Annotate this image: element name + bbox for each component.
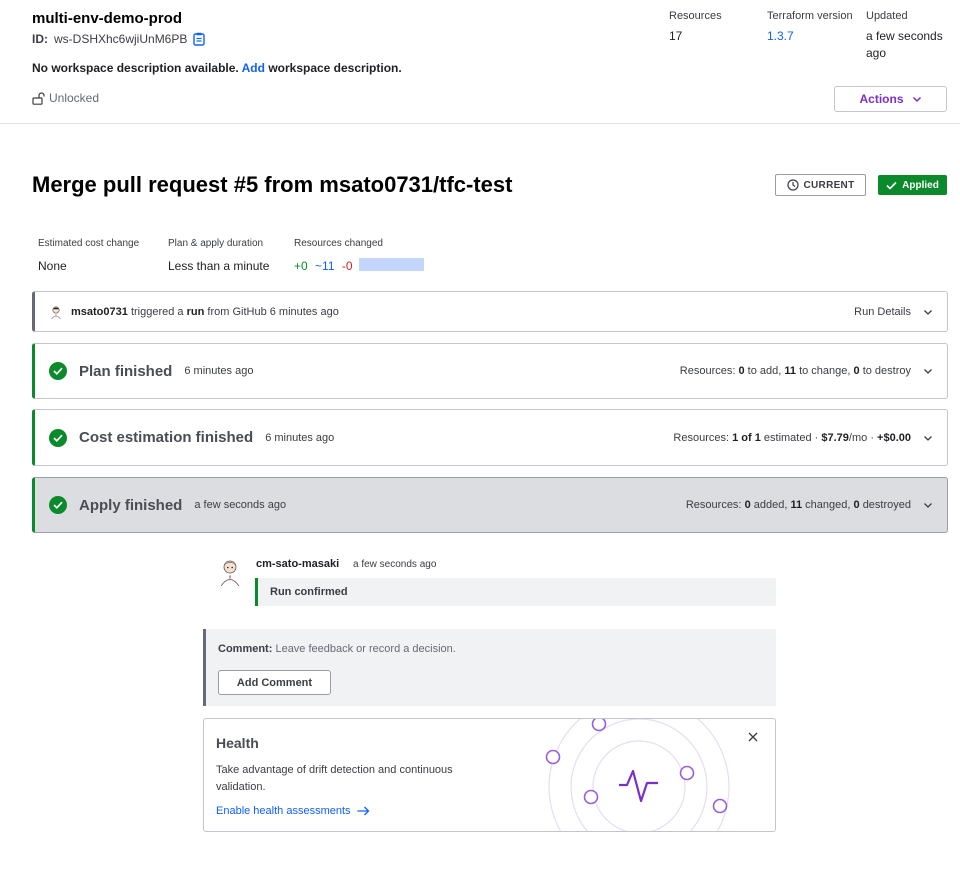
health-title: Health <box>216 735 259 751</box>
workspace-id: ID: ws-DSHXhc6wjiUnM6PB <box>32 32 206 46</box>
apply-summary: Resources: 0 added, 11 changed, 0 destro… <box>686 499 947 511</box>
trigger-card[interactable]: msato0731 triggered a run from GitHub 6 … <box>32 291 948 332</box>
apply-card[interactable]: Apply finished a few seconds ago Resourc… <box>32 477 948 533</box>
health-illustration <box>545 719 730 831</box>
user-avatar <box>51 305 61 319</box>
changed-count: ~11 <box>315 259 335 273</box>
run-details-toggle[interactable]: Run Details <box>854 306 947 318</box>
health-card: Health Take advantage of drift detection… <box>203 718 776 832</box>
add-description-link[interactable]: Add <box>242 61 265 75</box>
lock-status[interactable]: Unlocked <box>32 91 99 105</box>
run-title: Merge pull request #5 from msato0731/tfc… <box>32 172 513 197</box>
cost-time: 6 minutes ago <box>265 431 335 444</box>
close-icon[interactable] <box>747 731 759 743</box>
header-divider <box>0 123 960 124</box>
confirm-user: cm-sato-masaki <box>256 558 340 570</box>
chevron-down-icon <box>924 309 932 315</box>
terraform-version-link[interactable]: 1.3.7 <box>767 28 853 45</box>
apply-time: a few seconds ago <box>194 499 287 511</box>
workspace-id-label: ID: <box>32 32 48 46</box>
plan-summary: Resources: 0 to add, 11 to change, 0 to … <box>680 365 947 377</box>
destroyed-count: -0 <box>341 259 353 273</box>
comment-prompt: Comment: Leave feedback or record a deci… <box>218 643 456 655</box>
chevron-down-icon <box>912 96 921 103</box>
success-check-icon <box>49 362 67 380</box>
meta-updated: Updated a few seconds ago <box>866 10 943 60</box>
add-comment-button[interactable]: Add Comment <box>218 670 331 695</box>
plan-card[interactable]: Plan finished 6 minutes ago Resources: 0… <box>32 343 948 399</box>
health-description: Take advantage of drift detection and co… <box>216 764 453 793</box>
check-icon <box>886 181 897 190</box>
actions-button[interactable]: Actions <box>834 86 947 112</box>
plan-title: Plan finished <box>79 362 173 380</box>
confirm-message: Run confirmed <box>255 578 776 606</box>
workspace-id-value: ws-DSHXhc6wjiUnM6PB <box>54 32 188 46</box>
trigger-run-word: run <box>186 305 205 318</box>
added-count: +0 <box>294 259 308 273</box>
chevron-down-icon[interactable] <box>923 500 933 510</box>
lock-status-label: Unlocked <box>49 91 100 105</box>
stat-cost-change: Estimated cost change None <box>38 238 140 273</box>
current-badge: CURRENT <box>775 174 866 196</box>
meta-resources: Resources 17 <box>669 10 722 43</box>
cost-summary: Resources: 1 of 1 estimated · $7.79/mo ·… <box>673 432 947 444</box>
trigger-user: msato0731 <box>71 305 128 318</box>
cost-estimation-card[interactable]: Cost estimation finished 6 minutes ago R… <box>32 409 948 466</box>
workspace-name: multi-env-demo-prod <box>32 10 182 27</box>
comment-area: Comment: Leave feedback or record a deci… <box>203 629 776 706</box>
confirm-time: a few seconds ago <box>353 559 437 570</box>
plan-time: 6 minutes ago <box>184 365 254 377</box>
workspace-description: No workspace description available. Add … <box>32 61 402 75</box>
trigger-text: msato0731 triggered a run from GitHub 6 … <box>71 305 339 318</box>
clock-icon <box>786 179 799 191</box>
user-avatar <box>220 560 240 586</box>
success-check-icon <box>49 428 67 447</box>
arrow-right-icon <box>357 806 369 816</box>
cost-title: Cost estimation finished <box>79 429 254 446</box>
resources-changed-bar <box>359 258 424 271</box>
applied-badge: Applied <box>878 175 947 195</box>
copy-icon[interactable] <box>193 32 206 46</box>
apply-title: Apply finished <box>79 496 183 514</box>
unlock-icon <box>32 91 45 105</box>
meta-terraform-version: Terraform version 1.3.7 <box>767 10 853 45</box>
chevron-down-icon[interactable] <box>923 433 933 443</box>
stat-duration: Plan & apply duration Less than a minute <box>168 238 270 273</box>
chevron-down-icon[interactable] <box>923 366 933 376</box>
success-check-icon <box>49 496 67 514</box>
enable-health-link[interactable]: Enable health assessments <box>216 805 370 817</box>
